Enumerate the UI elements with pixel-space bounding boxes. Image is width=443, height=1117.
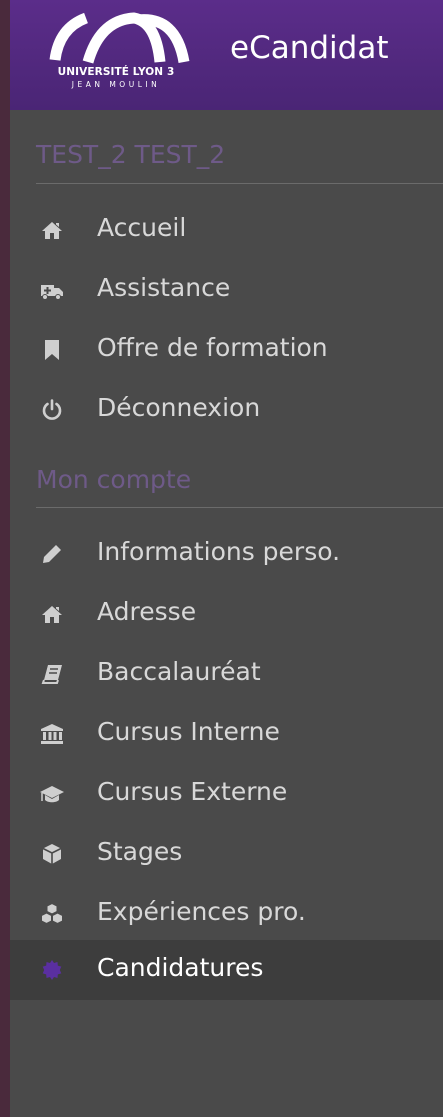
- book-icon: [40, 663, 64, 685]
- sidebar-item-experiences-pro[interactable]: Expériences pro.: [10, 884, 443, 944]
- sidebar-item-label: Offre de formation: [97, 333, 328, 362]
- section-divider: [36, 507, 443, 508]
- sidebar-item-label: Adresse: [97, 597, 197, 626]
- institution-icon: [40, 723, 64, 745]
- cubes-icon: [40, 903, 64, 925]
- sidebar-item-label: Cursus Interne: [97, 717, 280, 746]
- power-icon: [40, 399, 64, 421]
- section-divider: [36, 183, 443, 184]
- sidebar-item-label: Accueil: [97, 213, 187, 242]
- sidebar-item-adresse[interactable]: Adresse: [10, 584, 443, 644]
- bookmark-icon: [40, 339, 64, 361]
- sidebar-item-stages[interactable]: Stages: [10, 824, 443, 884]
- home-icon: [40, 603, 64, 625]
- sidebar-item-cursus-interne[interactable]: Cursus Interne: [10, 704, 443, 764]
- sidebar-item-label: Assistance: [97, 273, 231, 302]
- sidebar-item-label: Baccalauréat: [97, 657, 261, 686]
- sidebar-item-label: Informations perso.: [97, 537, 341, 566]
- certificate-icon: [40, 959, 64, 981]
- home-icon: [40, 219, 64, 241]
- mon-compte-heading: Mon compte: [36, 465, 192, 494]
- sidebar-item-label: Expériences pro.: [97, 897, 306, 926]
- logo-university-name: UNIVERSITÉ LYON 3: [57, 66, 175, 78]
- sidebar-item-label: Cursus Externe: [97, 777, 288, 806]
- sidebar-item-accueil[interactable]: Accueil: [10, 200, 443, 260]
- pencil-icon: [40, 543, 64, 565]
- graduation-cap-icon: [40, 783, 64, 805]
- logo-subtitle: JEAN MOULIN: [71, 80, 161, 89]
- sidebar-item-deconnexion[interactable]: Déconnexion: [10, 380, 443, 440]
- sidebar-item-informations-perso[interactable]: Informations perso.: [10, 524, 443, 584]
- sidebar-item-cursus-externe[interactable]: Cursus Externe: [10, 764, 443, 824]
- page-background-strip: [0, 0, 10, 1117]
- sidebar: UNIVERSITÉ LYON 3 JEAN MOULIN eCandidat …: [10, 0, 443, 1117]
- cube-icon: [40, 843, 64, 865]
- sidebar-item-baccalaureat[interactable]: Baccalauréat: [10, 644, 443, 704]
- sidebar-item-offre-de-formation[interactable]: Offre de formation: [10, 320, 443, 380]
- ambulance-icon: [40, 279, 64, 301]
- university-logo: UNIVERSITÉ LYON 3 JEAN MOULIN: [42, 12, 190, 92]
- sidebar-item-candidatures[interactable]: Candidatures: [10, 940, 443, 1000]
- sidebar-item-label: Stages: [97, 837, 183, 866]
- sidebar-item-assistance[interactable]: Assistance: [10, 260, 443, 320]
- user-name-heading: TEST_2 TEST_2: [36, 140, 226, 169]
- sidebar-item-label: Candidatures: [97, 953, 264, 982]
- sidebar-item-label: Déconnexion: [97, 393, 261, 422]
- sidebar-header: UNIVERSITÉ LYON 3 JEAN MOULIN eCandidat: [10, 0, 443, 110]
- app-title: eCandidat: [230, 30, 389, 66]
